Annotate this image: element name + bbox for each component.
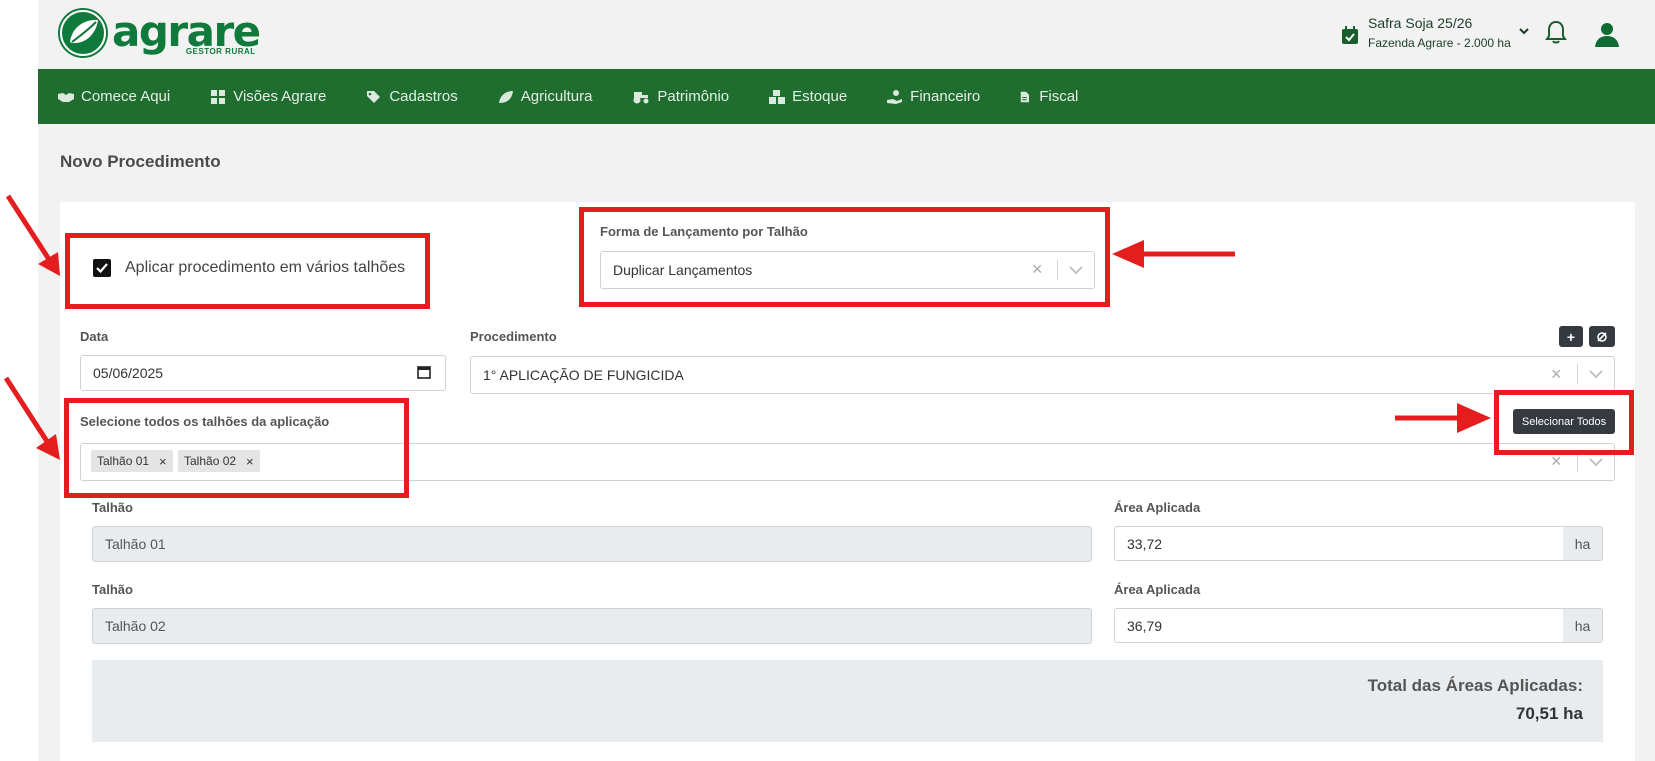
total-value: 70,51 ha: [1515, 704, 1583, 723]
refresh-procedimento-button[interactable]: [1589, 326, 1615, 347]
talhao-value: Talhão 02: [105, 618, 166, 634]
unit-addon: ha: [1563, 608, 1603, 643]
leaf-icon: [498, 90, 513, 103]
leaf-logo-icon: [58, 8, 108, 58]
area-aplicada-label: Área Aplicada: [1114, 582, 1201, 597]
nav-item-cadastros[interactable]: Cadastros: [366, 88, 458, 105]
area-aplicada-value: 33,72: [1127, 535, 1163, 552]
hand-coin-icon: [887, 89, 903, 104]
talhao-tag: Talhão 02 ×: [178, 450, 260, 472]
nav-label: Agricultura: [520, 88, 593, 105]
nav-item-estoque[interactable]: Estoque: [769, 88, 847, 105]
selecionar-todos-button[interactable]: Selecionar Todos: [1513, 409, 1615, 434]
nav-label: Comece Aqui: [81, 88, 171, 105]
check-icon: [96, 263, 108, 273]
nav-item-visoes-agrare[interactable]: Visões Agrare: [210, 88, 326, 105]
nav-item-patrimonio[interactable]: Patrimônio: [632, 88, 729, 105]
chevron-down-icon[interactable]: [1589, 458, 1603, 467]
forma-lancamento-value: Duplicar Lançamentos: [613, 262, 753, 278]
nav-label: Estoque: [792, 88, 848, 105]
clear-icon[interactable]: ×: [1551, 364, 1562, 385]
nav-item-agricultura[interactable]: Agricultura: [498, 88, 593, 105]
main-nav: Comece Aqui Visões Agrare Cadastros Agri…: [38, 69, 1655, 124]
tags-icon: [367, 90, 381, 103]
nav-item-comece-aqui[interactable]: Comece Aqui: [58, 88, 170, 105]
clear-icon[interactable]: ×: [1551, 451, 1562, 472]
area-aplicada-input[interactable]: 33,72: [1114, 526, 1564, 561]
multi-talhao-label: Aplicar procedimento em vários talhões: [125, 259, 406, 276]
handshake-icon: [58, 92, 74, 102]
select-separator: [1057, 260, 1058, 280]
tag-label: Talhão 01: [97, 454, 150, 468]
talhao-field: Talhão 02: [92, 608, 1092, 644]
clear-icon[interactable]: ×: [1032, 259, 1043, 280]
area-aplicada-input[interactable]: 36,79: [1114, 608, 1564, 643]
select-separator: [1577, 364, 1578, 384]
forma-lancamento-label: Forma de Lançamento por Talhão: [600, 224, 808, 239]
data-value: 05/06/2025: [93, 365, 164, 381]
sync-icon: [1597, 331, 1607, 342]
nav-label: Financeiro: [910, 88, 981, 105]
forma-lancamento-select[interactable]: Duplicar Lançamentos: [600, 251, 1095, 289]
tractor-icon: [633, 91, 649, 103]
area-aplicada-label: Área Aplicada: [1114, 500, 1201, 515]
chevron-down-icon[interactable]: [1069, 266, 1083, 275]
grid-icon: [211, 89, 226, 104]
boxes-icon: [769, 89, 786, 104]
chevron-down-icon[interactable]: [1589, 370, 1603, 379]
nav-label: Visões Agrare: [233, 88, 327, 105]
safra-title: Safra Soja 25/26: [1368, 15, 1473, 31]
nav-item-fiscal[interactable]: Fiscal: [1020, 88, 1078, 105]
tag-remove-icon[interactable]: ×: [246, 454, 254, 469]
talhao-tag: Talhão 01 ×: [91, 450, 173, 472]
nav-item-financeiro[interactable]: Financeiro: [887, 88, 980, 105]
nav-label: Cadastros: [389, 88, 458, 105]
talhao-field: Talhão 01: [92, 526, 1092, 562]
user-avatar-icon[interactable]: [1593, 20, 1621, 48]
total-label: Total das Áreas Aplicadas:: [1367, 676, 1583, 695]
talhao-label: Talhão: [92, 582, 133, 597]
tag-remove-icon[interactable]: ×: [159, 454, 167, 469]
talhao-value: Talhão 01: [105, 536, 166, 552]
talhoes-label: Selecione todos os talhões da aplicação: [80, 414, 330, 429]
unit-addon: ha: [1563, 526, 1603, 561]
talhao-label: Talhão: [92, 500, 133, 515]
multi-talhao-checkbox[interactable]: [93, 259, 111, 277]
file-icon: [1020, 91, 1030, 102]
multi-talhao-checkbox-group[interactable]: Aplicar procedimento em vários talhões: [93, 259, 405, 277]
procedimento-value: 1° APLICAÇÃO DE FUNGICIDA: [483, 367, 684, 383]
chevron-down-icon: [1519, 28, 1529, 35]
safra-selector[interactable]: Safra Soja 25/26 Fazenda Agrare - 2.000 …: [1342, 15, 1529, 50]
area-aplicada-value: 36,79: [1127, 617, 1163, 634]
nav-label: Fiscal: [1039, 88, 1079, 105]
top-header: agrare GESTOR RURAL Safra Soja 25/26 Faz…: [38, 0, 1655, 69]
procedimento-select[interactable]: 1° APLICAÇÃO DE FUNGICIDA: [470, 356, 1615, 394]
data-label: Data: [80, 329, 109, 344]
farm-name: Fazenda Agrare - 2.000 ha: [1368, 36, 1511, 50]
total-areas-panel: Total das Áreas Aplicadas: 70,51 ha: [92, 660, 1603, 742]
page-title: Novo Procedimento: [60, 152, 221, 171]
agrare-logo[interactable]: agrare GESTOR RURAL: [58, 8, 261, 58]
select-separator: [1577, 452, 1578, 472]
nav-label: Patrimônio: [657, 88, 730, 105]
procedimento-label: Procedimento: [470, 329, 557, 344]
calendar-check-icon: [1342, 26, 1358, 44]
add-procedimento-button[interactable]: +: [1559, 326, 1583, 347]
calendar-icon[interactable]: [417, 365, 431, 379]
tag-label: Talhão 02: [184, 454, 237, 468]
data-input[interactable]: 05/06/2025: [80, 355, 446, 391]
bell-icon[interactable]: [1545, 20, 1567, 44]
talhoes-multiselect[interactable]: [80, 443, 1615, 481]
